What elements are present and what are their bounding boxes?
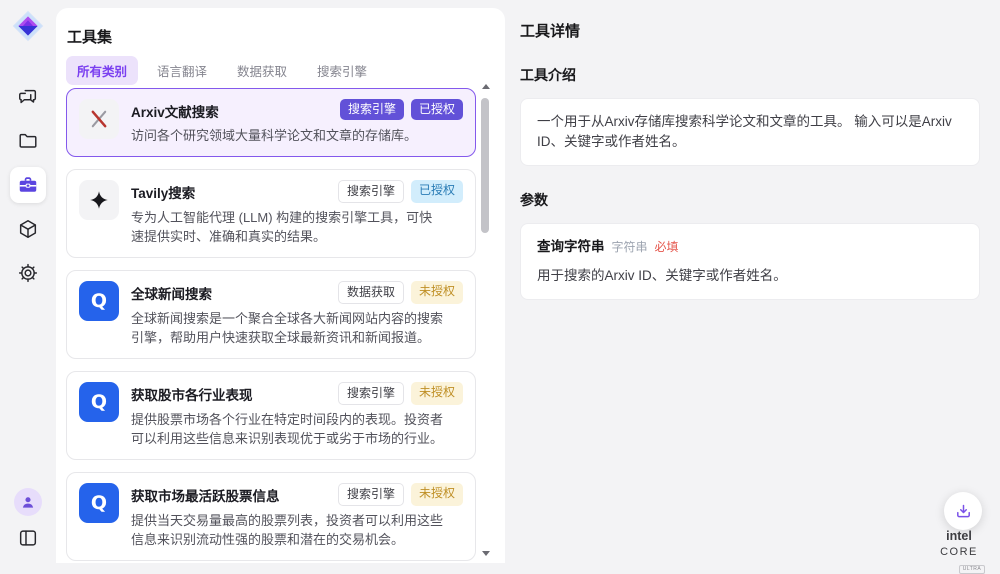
tool-card[interactable]: Q 获取市场最活跃股票信息 搜索引擎 未授权 提供当天交易量最高的股票列表，投资…: [66, 472, 476, 561]
param-name: 查询字符串: [537, 239, 605, 254]
param-required-badge: 必填: [655, 240, 679, 254]
sidebar-nav: [10, 79, 46, 291]
sidebar-item-panel-icon[interactable]: [10, 523, 46, 553]
folder-icon: [17, 130, 39, 152]
tool-status-badge: 已授权: [411, 99, 463, 120]
detail-title: 工具详情: [520, 20, 980, 41]
param-header: 查询字符串字符串必填: [537, 237, 963, 257]
sidebar-item-chat-icon[interactable]: [10, 79, 46, 115]
tool-category-badge: 搜索引擎: [340, 99, 404, 120]
tool-card[interactable]: Tavily搜索 搜索引擎 已授权 专为人工智能代理 (LLM) 构建的搜索引擎…: [66, 169, 476, 258]
ultra-badge: ULTRA: [959, 565, 986, 574]
sidebar-item-toolbox-icon[interactable]: [10, 167, 46, 203]
param-description: 用于搜索的Arxiv ID、关键字或作者姓名。: [537, 266, 963, 286]
q-icon: Q: [79, 382, 119, 422]
tool-badges: 搜索引擎 已授权: [340, 99, 463, 120]
tool-badges: 搜索引擎 已授权: [338, 180, 463, 203]
tool-title: Tavily搜索: [131, 180, 195, 202]
intel-wordmark: intel: [946, 529, 972, 543]
tool-category-badge: 数据获取: [338, 281, 404, 304]
tavily-icon: [79, 180, 119, 220]
tool-category-badge: 搜索引擎: [338, 382, 404, 405]
tab-1[interactable]: 语言翻译: [146, 56, 218, 85]
scrollbar-thumb[interactable]: [481, 98, 489, 233]
arxiv-icon: [79, 99, 119, 139]
intro-text: 一个用于从Arxiv存储库搜索科学论文和文章的工具。 输入可以是Arxiv ID…: [537, 114, 952, 149]
tool-title: 全球新闻搜索: [131, 281, 212, 303]
tool-detail-panel: 工具详情 工具介绍 一个用于从Arxiv存储库搜索科学论文和文章的工具。 输入可…: [505, 0, 1000, 563]
tool-badges: 搜索引擎 未授权: [338, 382, 463, 405]
user-avatar-icon: [19, 493, 37, 511]
q-icon: Q: [79, 483, 119, 523]
tool-status-badge: 未授权: [411, 483, 463, 506]
tool-description: 专为人工智能代理 (LLM) 构建的搜索引擎工具，可快速提供实时、准确和真实的结…: [131, 208, 445, 246]
tool-description: 提供当天交易量最高的股票列表，投资者可以利用这些信息来识别流动性强的股票和潜在的…: [131, 511, 445, 549]
tool-badges: 数据获取 未授权: [338, 281, 463, 304]
tool-status-badge: 未授权: [411, 382, 463, 405]
tool-status-badge: 未授权: [411, 281, 463, 304]
intel-core-logo: intel core ULTRA: [927, 529, 991, 574]
q-icon: Q: [79, 281, 119, 321]
tool-title: 获取股市各行业表现: [131, 382, 253, 404]
intro-heading: 工具介绍: [520, 65, 980, 85]
tools-panel: 工具集 所有类别语言翻译数据获取搜索引擎 Arxiv文献搜索 搜索引擎 已授权 …: [56, 8, 505, 563]
tool-status-badge: 已授权: [411, 180, 463, 203]
sidebar-item-cube-icon[interactable]: [10, 211, 46, 247]
params-heading: 参数: [520, 190, 980, 210]
download-icon: [954, 502, 973, 521]
tool-list: Arxiv文献搜索 搜索引擎 已授权 访问各个研究领域大量科学论文和文章的存储库…: [66, 88, 476, 563]
intro-card: 一个用于从Arxiv存储库搜索科学论文和文章的工具。 输入可以是Arxiv ID…: [520, 98, 980, 166]
sidebar: [0, 0, 56, 563]
tool-card[interactable]: Q 获取股市各行业表现 搜索引擎 未授权 提供股票市场各个行业在特定时间段内的表…: [66, 371, 476, 460]
tool-card[interactable]: Q 全球新闻搜索 数据获取 未授权 全球新闻搜索是一个聚合全球各大新闻网站内容的…: [66, 270, 476, 359]
tool-title: Arxiv文献搜索: [131, 99, 219, 121]
tab-3[interactable]: 搜索引擎: [306, 56, 378, 85]
param-card: 查询字符串字符串必填 用于搜索的Arxiv ID、关键字或作者姓名。: [520, 223, 980, 300]
tool-card[interactable]: Arxiv文献搜索 搜索引擎 已授权 访问各个研究领域大量科学论文和文章的存储库…: [66, 88, 476, 157]
toolbox-icon: [17, 174, 39, 196]
scroll-up-arrow-icon[interactable]: [482, 84, 490, 89]
chat-icon: [17, 86, 39, 108]
param-type: 字符串: [612, 240, 648, 254]
category-tabs: 所有类别语言翻译数据获取搜索引擎: [66, 56, 378, 85]
core-word: core: [940, 546, 978, 558]
app-logo: [11, 9, 45, 43]
gear-icon: [17, 262, 39, 284]
page-title: 工具集: [67, 26, 112, 47]
tab-2[interactable]: 数据获取: [226, 56, 298, 85]
download-button[interactable]: [944, 492, 982, 530]
scrollbar[interactable]: [481, 82, 490, 558]
tool-category-badge: 搜索引擎: [338, 483, 404, 506]
tool-badges: 搜索引擎 未授权: [338, 483, 463, 506]
tool-description: 访问各个研究领域大量科学论文和文章的存储库。: [131, 126, 445, 145]
panel-icon: [17, 527, 39, 549]
tool-description: 全球新闻搜索是一个聚合全球各大新闻网站内容的搜索引擎，帮助用户快速获取全球最新资…: [131, 309, 445, 347]
tool-title: 获取市场最活跃股票信息: [131, 483, 280, 505]
tool-description: 提供股票市场各个行业在特定时间段内的表现。投资者可以利用这些信息来识别表现优于或…: [131, 410, 445, 448]
user-avatar-button[interactable]: [14, 488, 42, 516]
sidebar-item-folder-icon[interactable]: [10, 123, 46, 159]
sidebar-item-gear-icon[interactable]: [10, 255, 46, 291]
tab-0[interactable]: 所有类别: [66, 56, 138, 85]
cube-icon: [17, 218, 39, 240]
tool-category-badge: 搜索引擎: [338, 180, 404, 203]
scroll-down-arrow-icon[interactable]: [482, 551, 490, 556]
sidebar-bottom: [10, 488, 46, 553]
